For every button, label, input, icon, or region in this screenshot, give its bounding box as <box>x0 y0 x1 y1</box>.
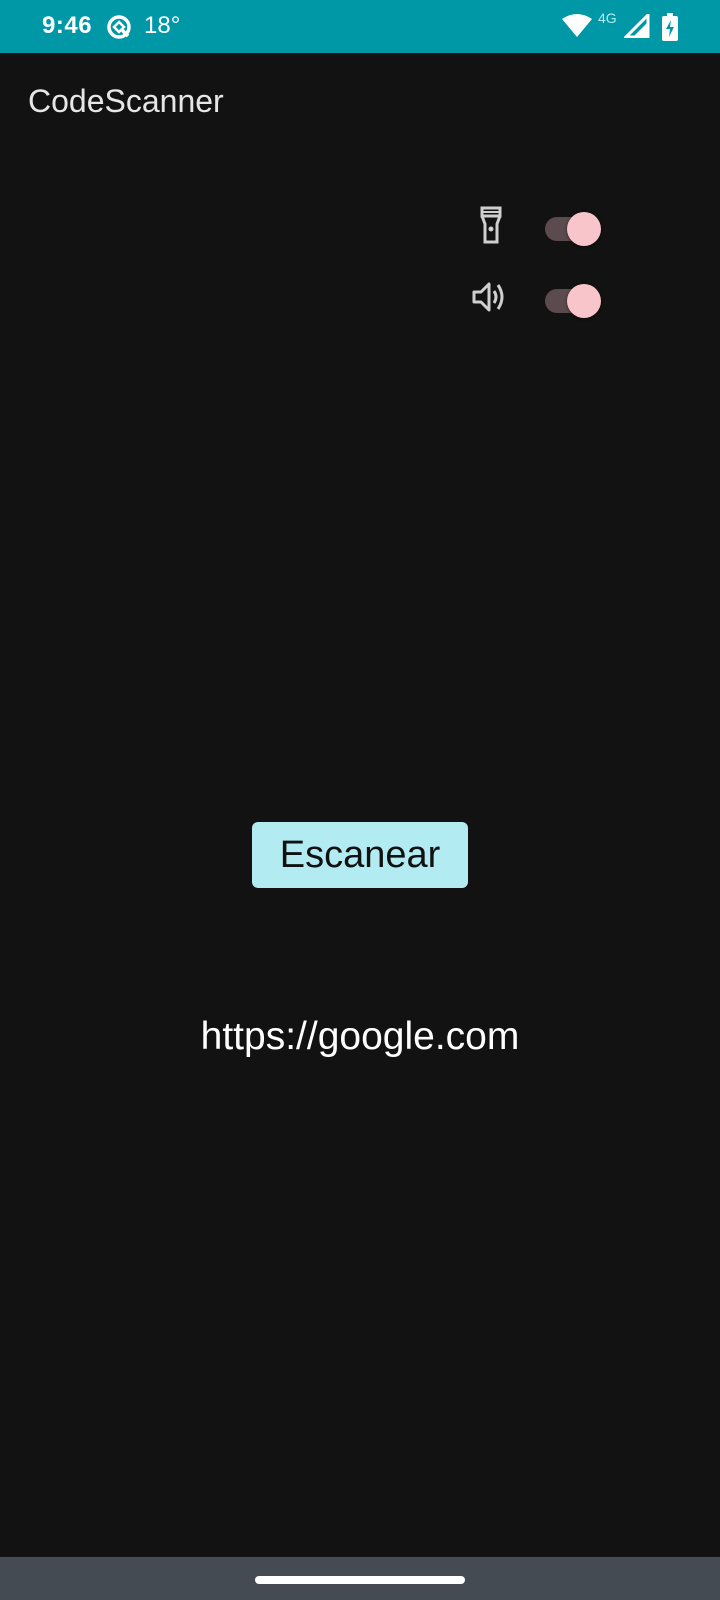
gesture-handle[interactable] <box>255 1576 465 1584</box>
wifi-icon <box>562 14 592 37</box>
volume-icon <box>472 282 504 312</box>
network-type: 4G <box>598 10 617 26</box>
sound-switch-thumb <box>567 284 601 318</box>
flashlight-icon <box>480 206 502 244</box>
scan-result-text: https://google.com <box>200 1015 520 1058</box>
battery-icon <box>662 13 678 41</box>
navigation-bar <box>0 1557 720 1600</box>
app-title: CodeScanner <box>28 83 224 119</box>
sound-toggle-row <box>470 276 610 326</box>
scan-button[interactable]: Escanear <box>252 822 468 888</box>
sound-switch[interactable] <box>545 284 603 318</box>
signal-icon <box>624 14 650 38</box>
status-bar: 9:46 18° 4G <box>0 0 720 53</box>
status-temperature: 18° <box>144 12 181 39</box>
flashlight-toggle-row <box>470 204 610 254</box>
flashlight-switch-thumb <box>567 212 601 246</box>
status-time: 9:46 <box>42 12 93 39</box>
notification-icon <box>107 15 131 39</box>
app-bar: CodeScanner <box>0 53 720 157</box>
flashlight-switch[interactable] <box>545 212 603 246</box>
